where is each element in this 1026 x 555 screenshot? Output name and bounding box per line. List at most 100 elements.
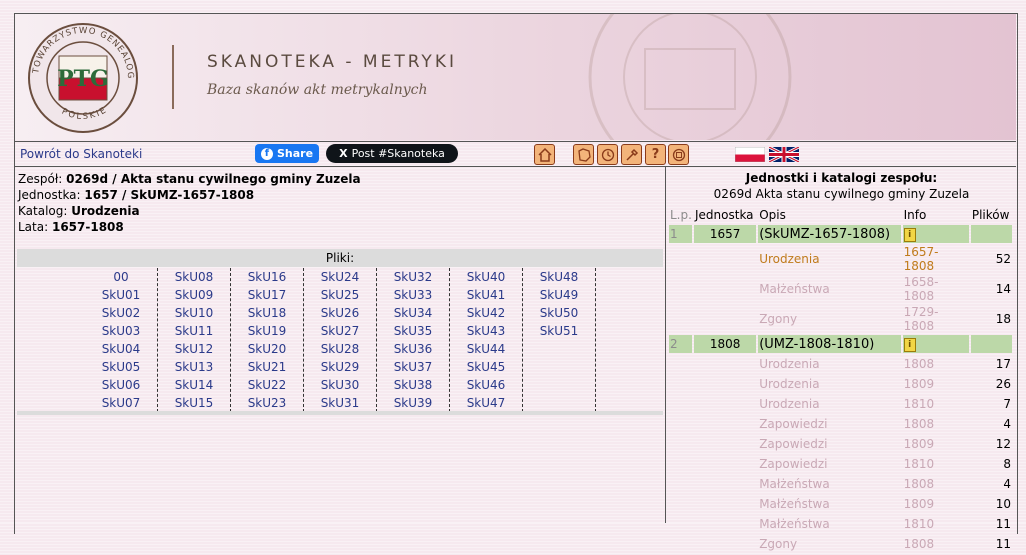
home-icon[interactable]: [534, 144, 555, 165]
file-link[interactable]: SkU40: [467, 268, 506, 286]
file-link[interactable]: SkU18: [248, 304, 287, 322]
file-link[interactable]: SkU35: [394, 322, 433, 340]
file-link[interactable]: SkU26: [321, 304, 360, 322]
catalog-lata: 1808: [903, 417, 935, 431]
file-link[interactable]: SkU21: [248, 358, 287, 376]
catalog-opis[interactable]: Zgony: [758, 305, 900, 333]
catalog-opis[interactable]: Małżeństwa: [758, 515, 900, 533]
catalog-opis[interactable]: Małżeństwa: [758, 495, 900, 513]
catalog-opis[interactable]: Zapowiedzi: [758, 435, 900, 453]
catalog-opis[interactable]: Małżeństwa: [758, 275, 900, 303]
catalog-opis[interactable]: Małżeństwa: [758, 475, 900, 493]
unit-opis[interactable]: (SkUMZ-1657-1808): [758, 225, 901, 243]
tools-icon[interactable]: [621, 144, 642, 165]
file-link[interactable]: SkU16: [248, 268, 287, 286]
file-link[interactable]: SkU31: [321, 394, 360, 412]
catalog-row: Zapowiedzi 1810 8: [669, 455, 1012, 473]
facebook-share-button[interactable]: f Share: [255, 144, 319, 163]
uk-flag[interactable]: [769, 147, 799, 162]
file-link[interactable]: SkU07: [102, 394, 141, 412]
catalog-opis[interactable]: Zapowiedzi: [758, 455, 900, 473]
files-column: SkU32 SkU33 SkU34 SkU35 SkU36 SkU37 SkU38 SkU39: [377, 268, 450, 412]
ptg-icon[interactable]: [668, 144, 689, 165]
info-icon[interactable]: i: [903, 338, 916, 352]
file-link[interactable]: 00: [113, 268, 128, 286]
file-link[interactable]: SkU23: [248, 394, 287, 412]
file-link[interactable]: SkU44: [467, 340, 506, 358]
file-link[interactable]: SkU12: [175, 340, 214, 358]
x-post-button[interactable]: X Post #Skanoteka: [326, 144, 458, 163]
site-subtitle: Baza skanów akt metrykalnych: [207, 82, 428, 98]
file-link[interactable]: SkU33: [394, 286, 433, 304]
file-link[interactable]: SkU27: [321, 322, 360, 340]
help-icon[interactable]: ?: [645, 144, 666, 165]
file-link[interactable]: SkU11: [175, 322, 214, 340]
catalog-plikow: 17: [995, 357, 1011, 371]
file-link[interactable]: SkU19: [248, 322, 287, 340]
file-link[interactable]: SkU25: [321, 286, 360, 304]
file-link[interactable]: SkU13: [175, 358, 214, 376]
back-to-skanoteka-link[interactable]: Powrót do Skanoteki: [20, 147, 142, 161]
file-link[interactable]: SkU28: [321, 340, 360, 358]
file-link[interactable]: SkU47: [467, 394, 506, 412]
file-link[interactable]: SkU17: [248, 286, 287, 304]
file-link[interactable]: SkU51: [540, 322, 579, 340]
map-icon[interactable]: [573, 144, 594, 165]
info-icon[interactable]: i: [903, 228, 916, 242]
unit-opis[interactable]: (UMZ-1808-1810): [758, 335, 901, 353]
catalog-spacer: [669, 495, 692, 513]
catalog-opis[interactable]: Zapowiedzi: [758, 415, 900, 433]
poland-flag[interactable]: [735, 147, 765, 162]
file-link[interactable]: SkU43: [467, 322, 506, 340]
file-link[interactable]: SkU04: [102, 340, 141, 358]
file-link[interactable]: SkU41: [467, 286, 506, 304]
file-link[interactable]: SkU22: [248, 376, 287, 394]
file-link[interactable]: SkU36: [394, 340, 433, 358]
file-link[interactable]: SkU30: [321, 376, 360, 394]
file-link[interactable]: SkU50: [540, 304, 579, 322]
file-link[interactable]: SkU03: [102, 322, 141, 340]
ptg-logo[interactable]: PTG TOWARZYSTWO GENEALOGICZNE POLSKIE: [27, 22, 139, 134]
catalog-spacer: [694, 495, 756, 513]
file-link[interactable]: SkU20: [248, 340, 287, 358]
catalog-opis[interactable]: Urodzenia: [758, 355, 900, 373]
file-link[interactable]: SkU24: [321, 268, 360, 286]
panel-divider: [665, 166, 666, 523]
clock-icon[interactable]: [597, 144, 618, 165]
file-link[interactable]: SkU09: [175, 286, 214, 304]
files-column: SkU24 SkU25 SkU26 SkU27 SkU28 SkU29 SkU30 SkU31: [304, 268, 377, 412]
file-link[interactable]: SkU49: [540, 286, 579, 304]
catalog-plikow: 11: [995, 537, 1011, 551]
file-link[interactable]: SkU42: [467, 304, 506, 322]
catalog-opis[interactable]: Urodzenia: [758, 245, 900, 273]
file-link[interactable]: SkU38: [394, 376, 433, 394]
file-link[interactable]: SkU29: [321, 358, 360, 376]
file-link[interactable]: SkU01: [102, 286, 141, 304]
file-link[interactable]: SkU34: [394, 304, 433, 322]
file-link[interactable]: SkU15: [175, 394, 214, 412]
file-link[interactable]: SkU39: [394, 394, 433, 412]
file-link[interactable]: SkU32: [394, 268, 433, 286]
catalog-lata: 1809: [903, 497, 935, 511]
catalog-plikow: 26: [995, 377, 1011, 391]
file-link[interactable]: SkU10: [175, 304, 214, 322]
file-link[interactable]: SkU46: [467, 376, 506, 394]
site-brand: SKANOTEKA - METRYKI: [207, 52, 457, 72]
file-link[interactable]: SkU06: [102, 376, 141, 394]
files-column: SkU08 SkU09 SkU10 SkU11 SkU12 SkU13 SkU14 SkU15: [158, 268, 231, 412]
file-link[interactable]: SkU48: [540, 268, 579, 286]
unit-jednostka[interactable]: 1808: [694, 335, 757, 353]
catalog-opis[interactable]: Zgony: [758, 535, 900, 553]
unit-jednostka[interactable]: 1657: [694, 225, 757, 243]
catalog-spacer: [669, 475, 692, 493]
file-link[interactable]: SkU08: [175, 268, 214, 286]
catalog-row: Zapowiedzi 1808 4: [669, 415, 1012, 433]
catalog-opis[interactable]: Urodzenia: [758, 395, 900, 413]
file-link[interactable]: SkU37: [394, 358, 433, 376]
file-link[interactable]: SkU45: [467, 358, 506, 376]
file-link[interactable]: SkU02: [102, 304, 141, 322]
file-link[interactable]: SkU05: [102, 358, 141, 376]
catalog-opis[interactable]: Urodzenia: [758, 375, 900, 393]
file-link[interactable]: SkU14: [175, 376, 214, 394]
col-jednostka: Jednostka: [695, 208, 754, 222]
